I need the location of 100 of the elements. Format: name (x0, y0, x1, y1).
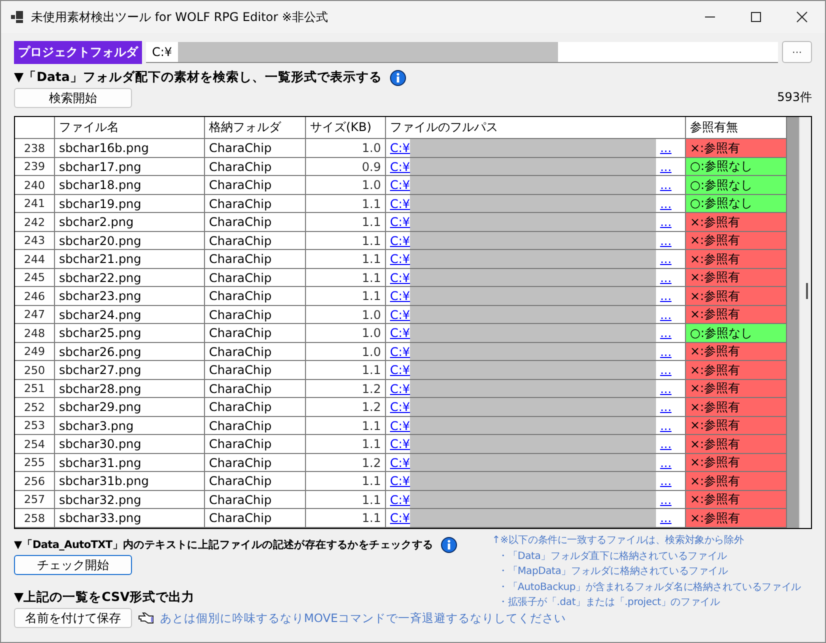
more-link[interactable]: ... (660, 456, 672, 470)
reference-status-cell: ×:参照有 (686, 398, 787, 416)
table-cell: 1.1 (306, 416, 386, 434)
row-number: 254 (15, 435, 55, 453)
path-link[interactable]: C:¥ (386, 363, 410, 378)
path-link[interactable]: C:¥ (386, 270, 410, 285)
table-cell: 1.2 (306, 454, 386, 472)
browse-button[interactable]: ··· (782, 41, 812, 63)
path-link[interactable]: C:¥ (386, 252, 410, 266)
path-link[interactable]: C:¥ (386, 289, 410, 304)
table-cell: 1.0 (306, 139, 386, 157)
check-button[interactable]: チェック開始 (14, 555, 132, 575)
more-link[interactable]: ... (660, 141, 672, 156)
path-link[interactable]: C:¥ (386, 456, 410, 470)
table-cell: sbchar22.png (55, 268, 205, 286)
table-cell: CharaChip (205, 176, 306, 194)
more-link[interactable]: ... (660, 492, 672, 507)
table-cell: sbchar3.png (55, 416, 205, 434)
path-link[interactable]: C:¥ (386, 196, 410, 211)
reference-status-cell: ×:参照有 (686, 490, 787, 508)
more-link[interactable]: ... (660, 418, 672, 433)
reference-status-cell: ○:参照なし (686, 158, 787, 176)
more-link[interactable]: ... (660, 382, 672, 396)
column-header[interactable]: サイズ(KB) (306, 117, 386, 138)
row-number: 243 (15, 232, 55, 250)
reference-status-cell: ×:参照有 (686, 361, 787, 379)
row-number: 247 (15, 306, 55, 324)
table-cell: 1.2 (306, 398, 386, 416)
note-item: ・「Data」フォルダ直下に格納されているファイル (497, 550, 727, 564)
section-heading: ▼「Data」フォルダ配下の素材を検索し、一覧形式で表示する (14, 69, 382, 86)
path-link[interactable]: C:¥ (386, 326, 410, 340)
path-link[interactable]: C:¥ (386, 400, 410, 414)
reference-status-cell: ×:参照有 (686, 454, 787, 472)
more-link[interactable]: ... (660, 289, 672, 304)
table-cell: sbchar16b.png (55, 139, 205, 157)
table-cell: CharaChip (205, 472, 306, 490)
path-link[interactable]: C:¥ (386, 160, 410, 174)
reference-status-cell: ×:参照有 (686, 416, 787, 434)
search-button[interactable]: 検索開始 (14, 88, 132, 108)
path-link[interactable]: C:¥ (386, 141, 410, 156)
column-header[interactable]: 格納フォルダ (205, 117, 306, 138)
row-number: 253 (15, 416, 55, 434)
table-cell: 1.1 (306, 213, 386, 231)
path-link[interactable]: C:¥ (386, 418, 410, 433)
more-link[interactable]: ... (660, 252, 672, 266)
table-cell: sbchar26.png (55, 342, 205, 360)
path-link[interactable]: C:¥ (386, 215, 410, 230)
project-folder-field[interactable]: C:¥ (146, 42, 778, 62)
reference-status-cell: ×:参照有 (686, 287, 787, 305)
table-cell: sbchar23.png (55, 287, 205, 305)
row-number: 257 (15, 490, 55, 508)
save-as-button[interactable]: 名前を付けて保存 (14, 608, 132, 628)
path-link[interactable]: C:¥ (386, 474, 410, 488)
table-cell: 1.1 (306, 509, 386, 527)
table-cell: sbchar2.png (55, 213, 205, 231)
more-link[interactable]: ... (660, 511, 672, 526)
table-cell: CharaChip (205, 416, 306, 434)
column-header[interactable]: ファイルのフルパス (386, 117, 686, 138)
table-cell: CharaChip (205, 232, 306, 250)
table-cell: CharaChip (205, 306, 306, 324)
more-link[interactable]: ... (660, 437, 672, 452)
reference-status-cell: ×:参照有 (686, 472, 787, 490)
table-cell: 1.1 (306, 287, 386, 305)
table-cell: CharaChip (205, 194, 306, 212)
more-link[interactable]: ... (660, 400, 672, 414)
section-heading: ▼上記の一覧をCSV形式で出力 (14, 589, 195, 606)
path-link[interactable]: C:¥ (386, 437, 410, 452)
more-link[interactable]: ... (660, 363, 672, 378)
table-cell: CharaChip (205, 380, 306, 398)
table-cell: sbchar19.png (55, 194, 205, 212)
more-link[interactable]: ... (660, 178, 672, 192)
table-cell: sbchar25.png (55, 324, 205, 342)
table-cell: CharaChip (205, 454, 306, 472)
path-link[interactable]: C:¥ (386, 234, 410, 248)
more-link[interactable]: ... (660, 474, 672, 488)
table-cell: 1.1 (306, 361, 386, 379)
column-header[interactable]: ファイル名 (55, 117, 205, 138)
reference-status-cell: ○:参照なし (686, 194, 787, 212)
more-link[interactable]: ... (660, 234, 672, 248)
note-heading: ↑※以下の条件に一致するファイルは、検索対象から除外 (492, 534, 744, 548)
more-link[interactable]: ... (660, 326, 672, 340)
path-link[interactable]: C:¥ (386, 178, 410, 192)
path-link[interactable]: C:¥ (386, 308, 410, 322)
path-link[interactable]: C:¥ (386, 492, 410, 507)
more-link[interactable]: ... (660, 196, 672, 211)
table-cell: CharaChip (205, 139, 306, 157)
table-cell: 1.0 (306, 306, 386, 324)
path-link[interactable]: C:¥ (386, 344, 410, 359)
more-link[interactable]: ... (660, 270, 672, 285)
more-link[interactable]: ... (660, 344, 672, 359)
row-number: 238 (15, 139, 55, 157)
note-item: ・「AutoBackup」が含まれるフォルダ名に格納されているファイル (497, 580, 801, 594)
more-link[interactable]: ... (660, 308, 672, 322)
path-link[interactable]: C:¥ (386, 382, 410, 396)
project-folder-label: プロジェクトフォルダ (14, 40, 142, 64)
table-cell: sbchar30.png (55, 435, 205, 453)
path-link[interactable]: C:¥ (386, 511, 410, 526)
reference-status-cell: ×:参照有 (686, 306, 787, 324)
more-link[interactable]: ... (660, 160, 672, 174)
more-link[interactable]: ... (660, 215, 672, 230)
